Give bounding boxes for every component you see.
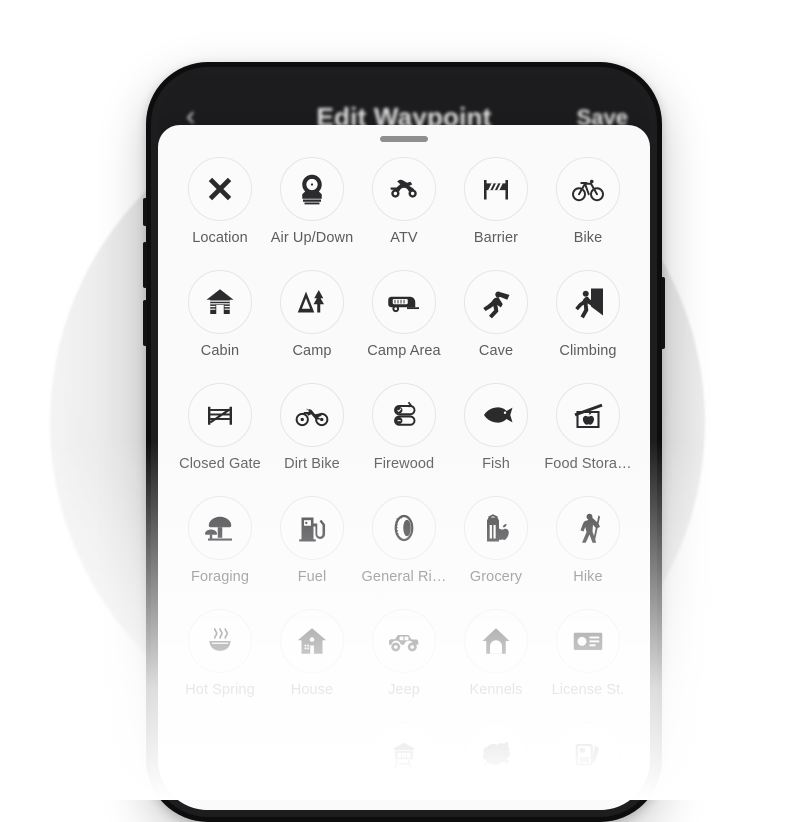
hot-spring-icon	[188, 609, 252, 673]
icon-option-label: Hike	[573, 569, 603, 585]
icon-option-kennels[interactable]: Kennels	[450, 609, 542, 706]
icon-option-general-rigs[interactable]: General Ri…	[358, 496, 450, 593]
tire-deflate-icon	[280, 157, 344, 221]
icon-option-label: Air Up/Down	[270, 230, 354, 246]
icon-option-climbing[interactable]: Climbing	[542, 270, 634, 367]
icon-option-label: Dirt Bike	[284, 456, 340, 472]
icon-option-label: Barrier	[473, 230, 519, 246]
icon-option-label: License St.	[551, 682, 625, 698]
phone-screen: ‹ Edit Waypoint Save Location Air Up/Down…	[158, 74, 650, 810]
icon-option-label: General Ri…	[361, 569, 447, 585]
icon-option-label: Kennels	[469, 682, 523, 698]
icon-option-label: Camp	[292, 343, 332, 359]
sheet-drag-handle[interactable]	[380, 136, 428, 142]
icon-option-label: Closed Gate	[179, 456, 261, 472]
log-cabin-icon	[188, 270, 252, 334]
icon-option-firewood[interactable]: Firewood	[358, 383, 450, 480]
empty-slot	[280, 722, 344, 786]
fuel-pump-icon	[280, 496, 344, 560]
icon-option-label: Firewood	[373, 456, 435, 472]
dirt-bike-icon	[280, 383, 344, 447]
icon-option-dirt-bike[interactable]: Dirt Bike	[266, 383, 358, 480]
atv-quad-icon	[372, 157, 436, 221]
icon-option-label: House	[290, 682, 334, 698]
icon-option-label: Bike	[573, 230, 603, 246]
hiker-icon	[556, 496, 620, 560]
icon-option-cave[interactable]: Cave	[450, 270, 542, 367]
food-storage-locker-icon	[556, 383, 620, 447]
icon-option-fish[interactable]: Fish	[450, 383, 542, 480]
grocery-milk-apple-icon	[464, 496, 528, 560]
icon-option-marker[interactable]	[542, 722, 634, 810]
icon-option-grocery[interactable]: Grocery	[450, 496, 542, 593]
icon-option-license-st[interactable]: License St.	[542, 609, 634, 706]
icon-option-closed-gate[interactable]: Closed Gate	[174, 383, 266, 480]
icon-option-lookout[interactable]	[358, 722, 450, 810]
offroad-tire-icon	[372, 496, 436, 560]
icon-option-camp-area[interactable]: Camp Area	[358, 270, 450, 367]
lookout-tower-icon	[372, 722, 436, 786]
paint-marker-icon	[556, 722, 620, 786]
icon-option-barrier[interactable]: Barrier	[450, 157, 542, 254]
icon-option-label: Fish	[482, 456, 510, 472]
closed-gate-icon	[188, 383, 252, 447]
icon-option-air-up-down[interactable]: Air Up/Down	[266, 157, 358, 254]
volume-down-button[interactable]	[143, 300, 147, 346]
camper-trailer-icon	[372, 270, 436, 334]
icon-option-label: Jeep	[388, 682, 420, 698]
icon-option-empty	[266, 722, 358, 810]
license-card-icon	[556, 609, 620, 673]
icon-option-food-storage[interactable]: Food Stora…	[542, 383, 634, 480]
volume-up-button[interactable]	[143, 242, 147, 288]
icon-option-hot-spring[interactable]: Hot Spring	[174, 609, 266, 706]
bicycle-icon	[556, 157, 620, 221]
icon-option-label: Fuel	[297, 569, 327, 585]
icon-grid: Location Air Up/Down ATV Barrier Bike Cabin Ca…	[158, 151, 650, 810]
icon-option-label: Foraging	[190, 569, 250, 585]
icon-option-bike[interactable]: Bike	[542, 157, 634, 254]
icon-option-cabin[interactable]: Cabin	[174, 270, 266, 367]
icon-option-label: Camp Area	[367, 343, 441, 359]
icon-option-hike[interactable]: Hike	[542, 496, 634, 593]
icon-option-label: Location	[192, 230, 248, 246]
icon-option-empty	[174, 722, 266, 810]
icon-option-mud[interactable]	[450, 722, 542, 810]
fish-icon	[464, 383, 528, 447]
tent-tree-icon	[280, 270, 344, 334]
icon-option-camp[interactable]: Camp	[266, 270, 358, 367]
caver-spelunker-icon	[464, 270, 528, 334]
icon-option-label: Grocery	[469, 569, 523, 585]
icon-option-label: Food Stora…	[544, 456, 632, 472]
empty-slot	[188, 722, 252, 786]
dog-house-icon	[464, 609, 528, 673]
power-button[interactable]	[661, 277, 665, 349]
icon-option-house[interactable]: House	[266, 609, 358, 706]
icon-option-label: Hot Spring	[185, 682, 255, 698]
icon-option-jeep[interactable]: Jeep	[358, 609, 450, 706]
firewood-logs-icon	[372, 383, 436, 447]
icon-option-foraging[interactable]: Foraging	[174, 496, 266, 593]
icon-option-label: ATV	[390, 230, 418, 246]
house-icon	[280, 609, 344, 673]
phone-notch	[319, 74, 489, 100]
mushroom-icon	[188, 496, 252, 560]
mute-switch[interactable]	[143, 198, 147, 226]
x-cross-icon	[188, 157, 252, 221]
phone-device-frame: ‹ Edit Waypoint Save Location Air Up/Down…	[143, 62, 665, 822]
icon-option-location[interactable]: Location	[174, 157, 266, 254]
icon-option-label: Cabin	[200, 343, 240, 359]
icon-picker-sheet: Location Air Up/Down ATV Barrier Bike Cabin Ca…	[158, 125, 650, 810]
mud-splat-icon	[464, 722, 528, 786]
icon-option-atv[interactable]: ATV	[358, 157, 450, 254]
icon-option-label: Cave	[478, 343, 514, 359]
jeep-icon	[372, 609, 436, 673]
rock-climber-icon	[556, 270, 620, 334]
icon-option-label: Climbing	[559, 343, 617, 359]
icon-option-fuel[interactable]: Fuel	[266, 496, 358, 593]
road-barrier-icon	[464, 157, 528, 221]
